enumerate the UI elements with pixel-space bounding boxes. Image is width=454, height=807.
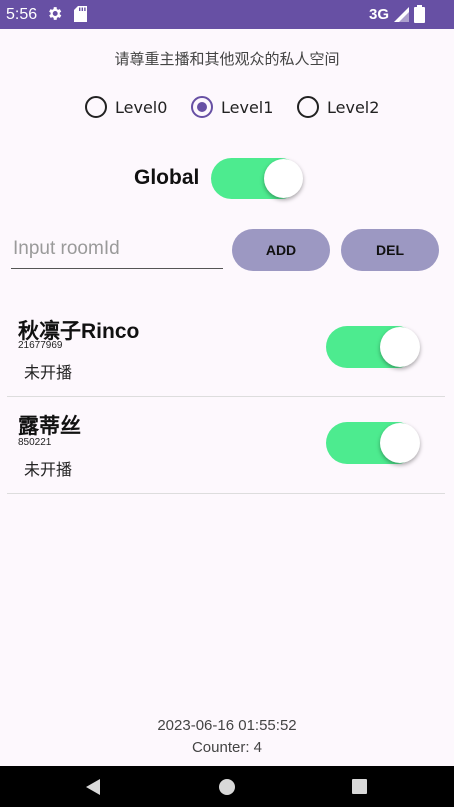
global-label: Global — [134, 166, 200, 189]
signal-icon — [394, 7, 409, 22]
room-switch[interactable] — [326, 326, 422, 368]
radio-label: Level2 — [327, 97, 380, 117]
recent-apps-icon[interactable] — [351, 778, 368, 795]
room-switch[interactable] — [326, 422, 422, 464]
switch-thumb[interactable] — [264, 159, 303, 198]
room-list-item: 秋凛子Rinco 21677969 未开播 — [7, 300, 445, 397]
room-name: 露蒂丝 — [18, 415, 81, 438]
switch-thumb[interactable] — [380, 423, 420, 463]
home-icon[interactable] — [218, 778, 236, 796]
live-status: 未开播 — [24, 460, 73, 479]
add-button[interactable]: ADD — [232, 229, 330, 271]
battery-icon — [414, 5, 425, 23]
sd-card-icon — [74, 6, 87, 22]
room-id: 21677969 — [18, 340, 63, 351]
datetime-label: 2023-06-16 01:55:52 — [157, 717, 297, 734]
del-button[interactable]: DEL — [341, 229, 439, 271]
status-bar: 5:56 3G — [0, 0, 454, 29]
room-id: 850221 — [18, 437, 52, 448]
back-icon[interactable] — [84, 778, 102, 796]
status-time: 5:56 — [6, 6, 38, 23]
room-list-item: 露蒂丝 850221 未开播 — [7, 397, 445, 494]
privacy-notice: 请尊重主播和其他观众的私人空间 — [114, 50, 340, 68]
radio-level2[interactable]: Level2 — [297, 95, 379, 119]
network-type: 3G — [369, 6, 390, 23]
radio-button-icon[interactable] — [85, 96, 107, 118]
radio-level0[interactable]: Level0 — [85, 95, 167, 119]
counter-label: Counter: 4 — [191, 739, 263, 756]
radio-level1[interactable]: Level1 — [191, 95, 273, 119]
live-status: 未开播 — [24, 363, 73, 382]
global-switch[interactable] — [211, 158, 305, 199]
radio-button-checked-icon[interactable] — [191, 96, 213, 118]
switch-thumb[interactable] — [380, 327, 420, 367]
level-radio-group: Level0 Level1 Level2 — [0, 95, 454, 119]
radio-label: Level0 — [115, 97, 168, 117]
radio-label: Level1 — [221, 97, 274, 117]
navigation-bar — [0, 766, 454, 807]
gear-icon — [49, 7, 62, 20]
room-id-input[interactable] — [11, 234, 223, 269]
radio-button-icon[interactable] — [297, 96, 319, 118]
